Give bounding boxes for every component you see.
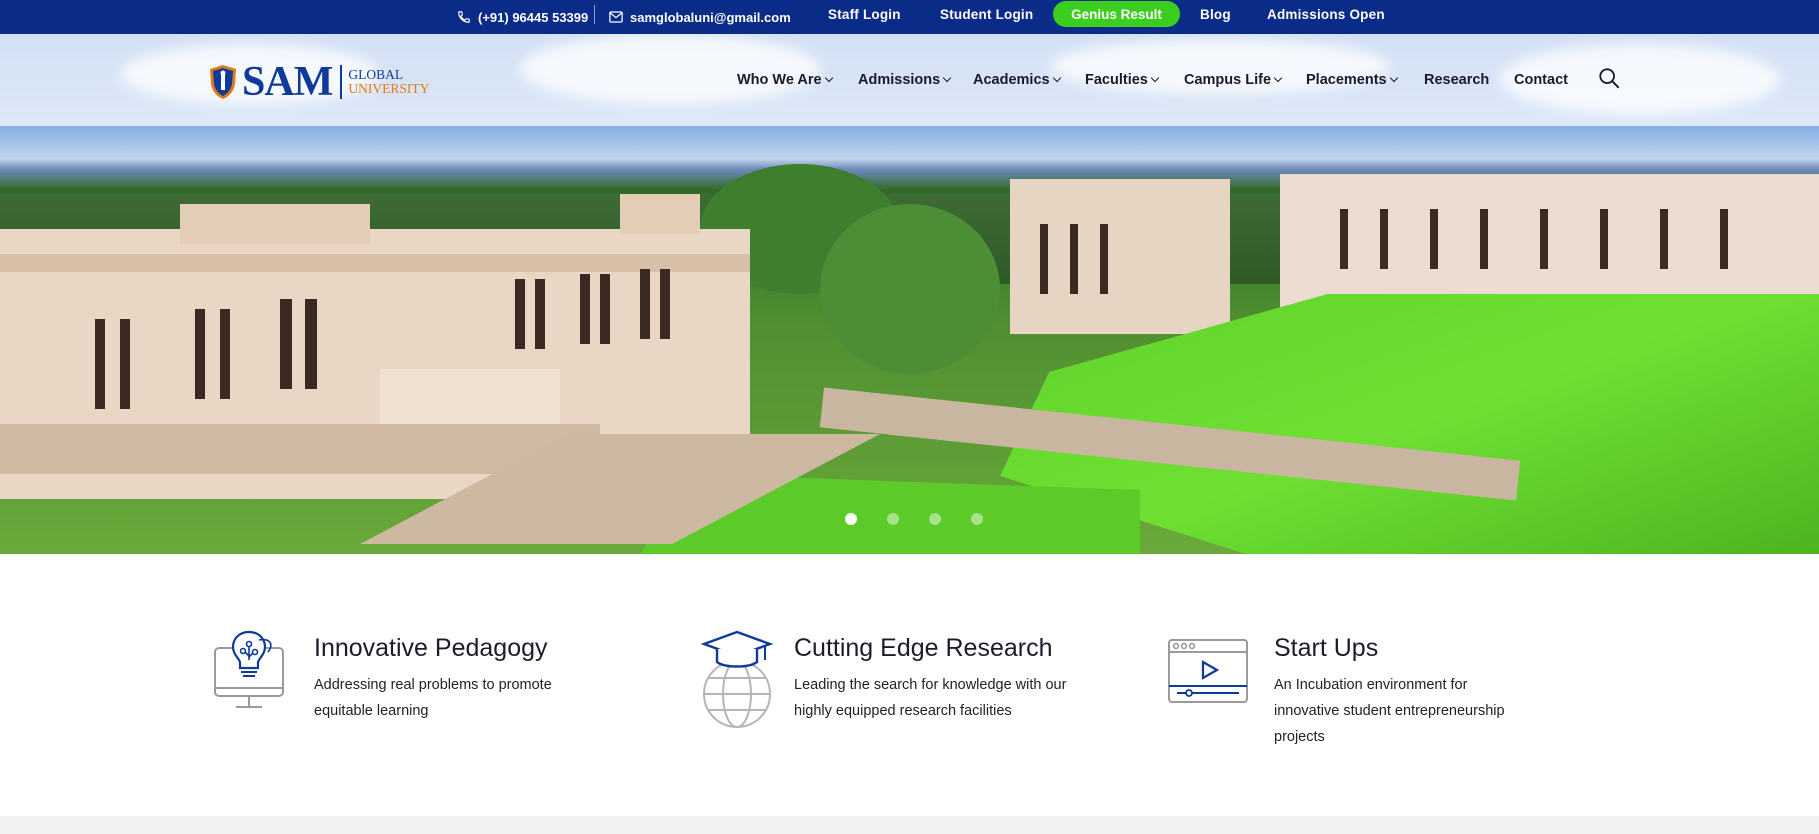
- feature-title: Cutting Edge Research: [794, 634, 1053, 662]
- nav-label: Academics: [973, 72, 1050, 88]
- nav-label: Contact: [1514, 72, 1568, 88]
- nav-placements[interactable]: Placements: [1306, 34, 1398, 126]
- nav-admissions[interactable]: Admissions: [858, 34, 952, 126]
- student-login-link[interactable]: Student Login: [940, 0, 1033, 28]
- search-icon: [1599, 68, 1620, 89]
- logo-subtext: GLOBAL UNIVERSITY: [348, 68, 429, 96]
- logo-wordmark: SAM: [242, 59, 333, 105]
- nav-label: Research: [1424, 72, 1490, 88]
- email-address: samglobaluni@gmail.com: [630, 9, 791, 25]
- nav-contact[interactable]: Contact: [1514, 34, 1568, 126]
- top-bar: (+91) 96445 53399 samglobaluni@gmail.com…: [0, 0, 1819, 34]
- phone-icon: [458, 11, 470, 23]
- university-logo[interactable]: SAM GLOBAL UNIVERSITY: [208, 61, 429, 103]
- logo-line-global: GLOBAL: [348, 67, 404, 82]
- nav-label: Campus Life: [1184, 72, 1272, 88]
- logo-divider: [340, 65, 343, 99]
- carousel-dot-2[interactable]: [887, 513, 899, 525]
- chevron-down-icon: [942, 73, 952, 82]
- feature-title: Start Ups: [1274, 634, 1379, 662]
- nav-label: Admissions: [858, 72, 941, 88]
- nav-faculties[interactable]: Faculties: [1085, 34, 1160, 126]
- blog-link[interactable]: Blog: [1200, 0, 1231, 28]
- divider: [594, 5, 595, 24]
- nav-research[interactable]: Research: [1424, 34, 1489, 126]
- feature-description: Addressing real problems to promote equi…: [314, 677, 552, 719]
- site-header: SAM GLOBAL UNIVERSITY Who We Are Admissi…: [0, 34, 1819, 126]
- nav-academics[interactable]: Academics: [973, 34, 1061, 126]
- email-contact[interactable]: samglobaluni@gmail.com: [609, 0, 791, 34]
- phone-number: (+91) 96445 53399: [478, 9, 589, 25]
- chevron-down-icon: [1052, 73, 1061, 82]
- chevron-down-icon: [824, 73, 833, 82]
- carousel-dot-4[interactable]: [971, 513, 983, 525]
- phone-contact[interactable]: (+91) 96445 53399: [457, 0, 588, 34]
- feature-description: An Incubation environment for innovative…: [1274, 677, 1505, 745]
- genius-result-button[interactable]: Genius Result: [1053, 1, 1180, 27]
- section-divider-strip: [0, 816, 1819, 834]
- nav-label: Faculties: [1085, 72, 1148, 88]
- staff-login-link[interactable]: Staff Login: [828, 0, 901, 28]
- graduation-globe-icon: [700, 630, 774, 737]
- carousel-dot-3[interactable]: [929, 513, 941, 525]
- carousel-dot-1[interactable]: [845, 513, 857, 525]
- nav-label: Who We Are: [737, 72, 822, 88]
- nav-who-we-are[interactable]: Who We Are: [737, 34, 833, 126]
- lightbulb-monitor-icon: [212, 630, 286, 717]
- mail-icon: [609, 11, 623, 23]
- chevron-down-icon: [1389, 73, 1398, 82]
- chevron-down-icon: [1150, 73, 1160, 82]
- chevron-down-icon: [1273, 73, 1283, 82]
- admissions-open-link[interactable]: Admissions Open: [1267, 0, 1385, 28]
- nav-campus-life[interactable]: Campus Life: [1184, 34, 1283, 126]
- feature-title: Innovative Pedagogy: [314, 634, 548, 662]
- feature-description: Leading the search for knowledge with ou…: [794, 677, 1067, 719]
- nav-label: Placements: [1306, 72, 1387, 88]
- logo-line-university: UNIVERSITY: [348, 81, 430, 96]
- search-button[interactable]: [1598, 67, 1620, 94]
- video-player-icon: [1167, 638, 1249, 709]
- shield-crest-icon: [210, 65, 236, 99]
